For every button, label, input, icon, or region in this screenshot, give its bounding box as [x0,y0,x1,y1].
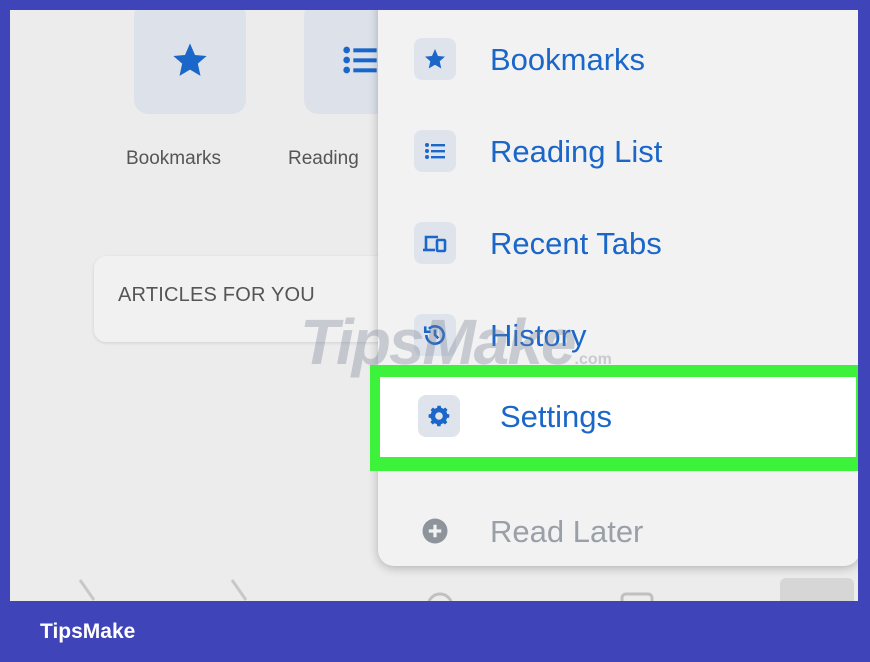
menu-item-label: Bookmarks [490,42,646,77]
watermark-text: TipsMake [300,306,576,378]
settings-highlight: Settings [370,365,858,471]
menu-item-read-later[interactable]: Read Later [378,488,858,578]
list-icon [414,130,456,172]
devices-icon [414,222,456,264]
screen: Bookmarks Reading ARTICLES FOR YOU Bookm… [10,10,858,601]
watermark-suffix: .com [574,351,612,368]
menu-item-settings[interactable]: Settings [380,377,856,457]
bookmarks-tile-label: Bookmarks [126,148,222,169]
menu-item-reading-list[interactable]: Reading List [378,108,858,198]
menu-item-label: Read Later [490,514,644,549]
menu-item-recent-tabs[interactable]: Recent Tabs [378,200,858,290]
reading-tile-label: Reading [288,148,359,169]
footer-bar: TipsMake [0,604,870,662]
watermark: TipsMake.com [300,305,612,379]
list-icon [343,46,377,74]
articles-label: ARTICLES FOR YOU [118,284,315,306]
menu-item-label: Settings [500,399,613,434]
plus-circle-icon [414,510,456,552]
menu-item-label: Reading List [490,134,663,169]
star-icon [173,43,207,76]
gear-icon [418,395,460,437]
bookmarks-tile[interactable] [134,10,246,114]
menu-item-bookmarks[interactable]: Bookmarks [378,16,858,106]
star-icon [414,38,456,80]
footer-brand: TipsMake [40,620,136,643]
menu-item-label: Recent Tabs [490,226,662,261]
tools-menu: Bookmarks Reading List Recent Tabs Histo… [378,10,858,566]
